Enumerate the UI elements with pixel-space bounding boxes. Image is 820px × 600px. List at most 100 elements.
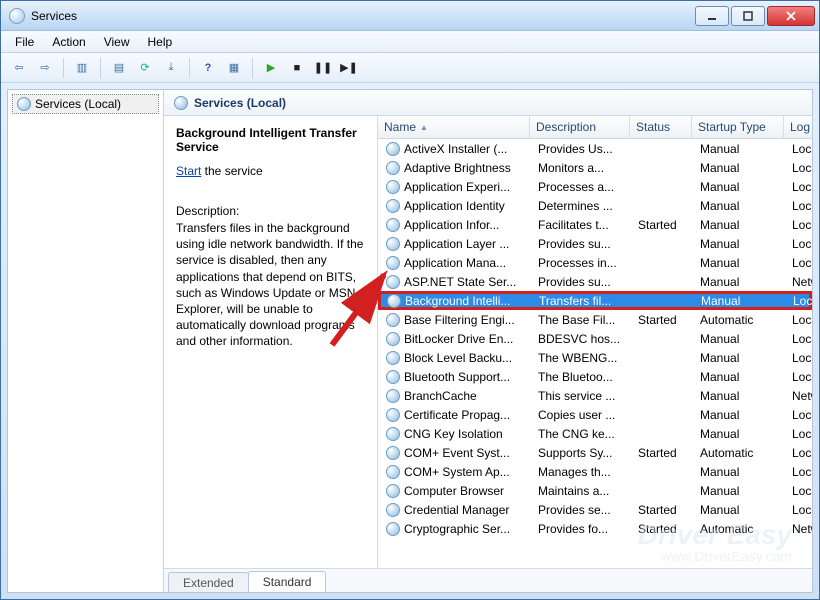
gear-icon bbox=[386, 484, 400, 498]
table-row[interactable]: Cryptographic Ser...Provides fo...Starte… bbox=[378, 519, 812, 538]
cell-name: BitLocker Drive En... bbox=[380, 332, 532, 346]
col-startup-type[interactable]: Startup Type bbox=[692, 116, 784, 138]
gear-icon bbox=[386, 142, 400, 156]
toolbar: ⇦ ⇨ ▥ ▤ ⟳ ⤓ ? ▦ ▶ ■ ❚❚ ▶❚ bbox=[1, 53, 819, 83]
cell-startup: Manual bbox=[694, 180, 786, 194]
cell-logon: Network S... bbox=[786, 389, 812, 403]
cell-startup: Manual bbox=[694, 332, 786, 346]
client-area: Services (Local) Services (Local) Backgr… bbox=[7, 89, 813, 593]
services-window: Services File Action View Help ⇦ ⇨ ▥ ▤ ⟳… bbox=[0, 0, 820, 600]
cell-name: Base Filtering Engi... bbox=[380, 313, 532, 327]
cell-name: Block Level Backu... bbox=[380, 351, 532, 365]
col-name-label: Name bbox=[384, 120, 416, 134]
table-row[interactable]: Credential ManagerProvides se...StartedM… bbox=[378, 500, 812, 519]
table-row[interactable]: Background Intelli...Transfers fil...Man… bbox=[378, 291, 812, 310]
table-row[interactable]: COM+ Event Syst...Supports Sy...StartedA… bbox=[378, 443, 812, 462]
col-name[interactable]: Name ▲ bbox=[378, 116, 530, 138]
pause-service-button[interactable]: ❚❚ bbox=[311, 56, 335, 80]
table-row[interactable]: BranchCacheThis service ...ManualNetwork… bbox=[378, 386, 812, 405]
cell-description: Manages th... bbox=[532, 465, 632, 479]
separator bbox=[100, 58, 101, 78]
table-row[interactable]: Application Experi...Processes a...Manua… bbox=[378, 177, 812, 196]
cell-logon: Network S... bbox=[786, 275, 812, 289]
sort-asc-icon: ▲ bbox=[420, 123, 428, 132]
cell-description: The CNG ke... bbox=[532, 427, 632, 441]
menu-file[interactable]: File bbox=[7, 33, 42, 51]
cell-description: Transfers fil... bbox=[533, 294, 633, 308]
export-button[interactable]: ⤓ bbox=[159, 56, 183, 80]
detail-pane: Background Intelligent Transfer Service … bbox=[164, 116, 378, 568]
back-button[interactable]: ⇦ bbox=[7, 56, 31, 80]
close-button[interactable] bbox=[767, 6, 815, 26]
tab-standard[interactable]: Standard bbox=[248, 571, 327, 592]
maximize-button[interactable] bbox=[731, 6, 765, 26]
tree-node-services-local[interactable]: Services (Local) bbox=[12, 94, 159, 114]
pane-header-label: Services (Local) bbox=[194, 96, 286, 110]
minimize-button[interactable] bbox=[695, 6, 729, 26]
cell-logon: Local Syste... bbox=[786, 142, 812, 156]
cell-status: Started bbox=[632, 313, 694, 327]
menu-action[interactable]: Action bbox=[44, 33, 93, 51]
cell-name: COM+ Event Syst... bbox=[380, 446, 532, 460]
table-row[interactable]: Certificate Propag...Copies user ...Manu… bbox=[378, 405, 812, 424]
table-row[interactable]: Application Mana...Processes in...Manual… bbox=[378, 253, 812, 272]
cell-name: Application Experi... bbox=[380, 180, 532, 194]
table-row[interactable]: Adaptive BrightnessMonitors a...ManualLo… bbox=[378, 158, 812, 177]
toolbar-icon[interactable]: ▦ bbox=[222, 56, 246, 80]
forward-button[interactable]: ⇨ bbox=[33, 56, 57, 80]
cell-name: ASP.NET State Ser... bbox=[380, 275, 532, 289]
cell-name: Application Mana... bbox=[380, 256, 532, 270]
gear-icon bbox=[386, 180, 400, 194]
table-row[interactable]: ASP.NET State Ser...Provides su...Manual… bbox=[378, 272, 812, 291]
col-log-on-as[interactable]: Log On As bbox=[784, 116, 812, 138]
table-row[interactable]: CNG Key IsolationThe CNG ke...ManualLoca… bbox=[378, 424, 812, 443]
restart-service-button[interactable]: ▶❚ bbox=[337, 56, 361, 80]
table-row[interactable]: BitLocker Drive En...BDESVC hos...Manual… bbox=[378, 329, 812, 348]
tab-extended[interactable]: Extended bbox=[168, 572, 249, 592]
gear-icon bbox=[386, 161, 400, 175]
svc-name-text: Background Intelli... bbox=[405, 294, 510, 308]
svc-name-text: COM+ System Ap... bbox=[404, 465, 510, 479]
cell-logon: Network S... bbox=[786, 522, 812, 536]
table-row[interactable]: Application IdentityDetermines ...Manual… bbox=[378, 196, 812, 215]
cell-name: Application Identity bbox=[380, 199, 532, 213]
cell-description: Provides su... bbox=[532, 275, 632, 289]
svc-name-text: Application Experi... bbox=[404, 180, 510, 194]
table-row[interactable]: COM+ System Ap...Manages th...ManualLoca… bbox=[378, 462, 812, 481]
table-row[interactable]: Block Level Backu...The WBENG...ManualLo… bbox=[378, 348, 812, 367]
gear-icon bbox=[386, 313, 400, 327]
stop-service-button[interactable]: ■ bbox=[285, 56, 309, 80]
cell-startup: Manual bbox=[694, 237, 786, 251]
table-row[interactable]: Computer BrowserMaintains a...ManualLoca… bbox=[378, 481, 812, 500]
svc-name-text: Computer Browser bbox=[404, 484, 504, 498]
table-row[interactable]: Application Infor...Facilitates t...Star… bbox=[378, 215, 812, 234]
help-button[interactable]: ? bbox=[196, 56, 220, 80]
gear-icon bbox=[386, 275, 400, 289]
cell-startup: Automatic bbox=[694, 522, 786, 536]
table-row[interactable]: ActiveX Installer (...Provides Us...Manu… bbox=[378, 139, 812, 158]
properties-button[interactable]: ▤ bbox=[107, 56, 131, 80]
menu-view[interactable]: View bbox=[96, 33, 138, 51]
table-row[interactable]: Base Filtering Engi...The Base Fil...Sta… bbox=[378, 310, 812, 329]
col-description[interactable]: Description bbox=[530, 116, 630, 138]
col-status[interactable]: Status bbox=[630, 116, 692, 138]
svc-name-text: Application Infor... bbox=[404, 218, 499, 232]
cell-logon: Local Service bbox=[786, 161, 812, 175]
tabstrip: Extended Standard bbox=[164, 568, 812, 592]
cell-description: This service ... bbox=[532, 389, 632, 403]
list-body[interactable]: ActiveX Installer (...Provides Us...Manu… bbox=[378, 139, 812, 568]
table-row[interactable]: Application Layer ...Provides su...Manua… bbox=[378, 234, 812, 253]
start-service-button[interactable]: ▶ bbox=[259, 56, 283, 80]
show-hide-tree-button[interactable]: ▥ bbox=[70, 56, 94, 80]
svc-name-text: Application Identity bbox=[404, 199, 505, 213]
right-pane: Services (Local) Background Intelligent … bbox=[164, 90, 812, 592]
start-text: the service bbox=[201, 164, 262, 178]
cell-logon: Local Syste... bbox=[786, 427, 812, 441]
cell-name: Bluetooth Support... bbox=[380, 370, 532, 384]
start-link[interactable]: Start bbox=[176, 164, 201, 178]
table-row[interactable]: Bluetooth Support...The Bluetoo...Manual… bbox=[378, 367, 812, 386]
cell-description: Provides fo... bbox=[532, 522, 632, 536]
refresh-button[interactable]: ⟳ bbox=[133, 56, 157, 80]
svc-name-text: Certificate Propag... bbox=[404, 408, 510, 422]
menu-help[interactable]: Help bbox=[140, 33, 181, 51]
